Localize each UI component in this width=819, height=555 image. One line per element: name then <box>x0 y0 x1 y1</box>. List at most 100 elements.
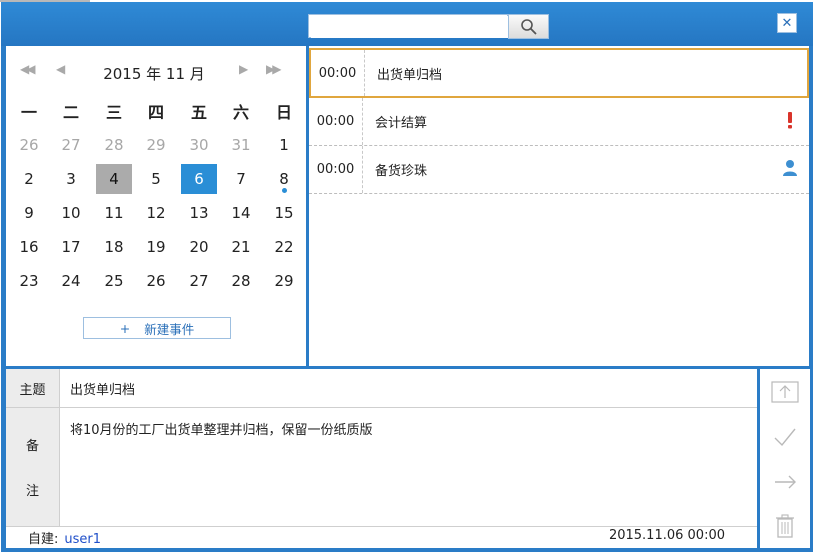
day-cell[interactable]: 20 <box>181 232 217 262</box>
day-cell[interactable]: 27 <box>53 130 89 160</box>
day-cell[interactable]: 24 <box>53 266 89 296</box>
day-cell[interactable]: 5 <box>138 164 174 194</box>
close-icon: ✕ <box>781 15 793 31</box>
creator-name[interactable]: user1 <box>64 532 101 547</box>
day-cell[interactable]: 9 <box>11 198 47 228</box>
weekday-label: 五 <box>190 103 207 122</box>
day-cell[interactable]: 30 <box>181 130 217 160</box>
title-bar: ✕ <box>1 2 813 46</box>
user-icon <box>783 160 797 176</box>
forward-button[interactable] <box>770 467 800 497</box>
calendar-week: 16 17 18 19 20 21 22 <box>8 232 306 262</box>
event-time: 00:00 <box>309 98 363 145</box>
day-cell[interactable]: 13 <box>181 198 217 228</box>
plus-icon: + <box>119 320 131 336</box>
day-cell[interactable]: 21 <box>223 232 259 262</box>
day-cell[interactable]: 29 <box>266 266 302 296</box>
weekday-label: 日 <box>275 103 292 122</box>
day-cell[interactable]: 22 <box>266 232 302 262</box>
day-cell[interactable]: 19 <box>138 232 174 262</box>
day-cell-with-event[interactable]: 8 <box>266 164 302 194</box>
prev-year-icon[interactable]: ◀◀ <box>20 62 36 76</box>
weekday-label: 二 <box>62 103 79 122</box>
month-title: 2015 年 11 月 <box>103 65 205 83</box>
day-cell[interactable]: 12 <box>138 198 174 228</box>
day-number: 8 <box>279 170 289 188</box>
event-time: 00:00 <box>309 146 363 193</box>
day-cell[interactable]: 14 <box>223 198 259 228</box>
note-label: 备 注 <box>6 408 60 527</box>
action-toolbar <box>760 369 810 548</box>
prev-month-icon[interactable]: ◀ <box>56 62 65 76</box>
day-cell[interactable]: 25 <box>96 266 132 296</box>
weekday-header: 一 二 三 四 五 六 日 <box>8 96 306 126</box>
event-dot-icon <box>282 188 287 193</box>
close-button[interactable]: ✕ <box>777 13 797 33</box>
day-cell[interactable]: 29 <box>138 130 174 160</box>
event-row-selected[interactable]: 00:00 出货单归档 <box>309 48 809 98</box>
upload-button[interactable] <box>770 377 800 407</box>
search-input[interactable] <box>311 16 509 38</box>
note-label-char: 备 <box>25 439 39 454</box>
calendar-week: 2 3 4 5 6 7 8 <box>8 164 306 194</box>
day-cell-selected[interactable]: 6 <box>181 164 217 194</box>
check-icon <box>774 428 796 447</box>
day-cell-highlighted[interactable]: 4 <box>96 164 132 194</box>
event-title: 备货珍珠 <box>375 164 428 179</box>
day-cell[interactable]: 26 <box>138 266 174 296</box>
calendar-week: 9 10 11 12 13 14 15 <box>8 198 306 228</box>
subject-label: 主题 <box>6 369 60 408</box>
day-cell[interactable]: 15 <box>266 198 302 228</box>
day-cell[interactable]: 3 <box>53 164 89 194</box>
exclamation-icon <box>788 112 792 129</box>
calendar-panel: ◀◀ ◀ 2015 年 11 月 ▶ ▶▶ 一 二 三 四 五 六 日 26 2… <box>6 46 306 366</box>
day-cell[interactable]: 7 <box>223 164 259 194</box>
day-cell[interactable]: 23 <box>11 266 47 296</box>
subject-value[interactable]: 出货单归档 <box>70 369 135 407</box>
weekday-label: 三 <box>105 103 122 122</box>
delete-button[interactable] <box>770 511 800 541</box>
day-cell[interactable]: 18 <box>96 232 132 262</box>
creator-label: 自建: <box>28 532 59 547</box>
day-cell[interactable]: 26 <box>11 130 47 160</box>
event-detail: 主题 出货单归档 备 注 将10月份的工厂出货单整理并归档，保留一份纸质版 自建… <box>6 369 757 548</box>
day-cell[interactable]: 2 <box>11 164 47 194</box>
day-cell[interactable]: 10 <box>53 198 89 228</box>
next-month-icon[interactable]: ▶ <box>239 62 248 76</box>
confirm-button[interactable] <box>770 422 800 452</box>
divider <box>60 407 757 408</box>
day-cell[interactable]: 28 <box>223 266 259 296</box>
day-cell[interactable]: 31 <box>223 130 259 160</box>
day-cell[interactable]: 17 <box>53 232 89 262</box>
calendar-header: ◀◀ ◀ 2015 年 11 月 ▶ ▶▶ <box>6 60 306 84</box>
search-field[interactable] <box>308 14 509 38</box>
search-icon <box>520 18 537 35</box>
search-button[interactable] <box>508 14 549 39</box>
calendar-week: 23 24 25 26 27 28 29 <box>8 266 306 296</box>
event-time: 00:00 <box>311 50 365 96</box>
day-cell[interactable]: 27 <box>181 266 217 296</box>
weekday-label: 一 <box>20 103 37 122</box>
day-cell[interactable]: 11 <box>96 198 132 228</box>
trash-icon <box>776 514 794 538</box>
new-event-button[interactable]: + 新建事件 <box>83 317 231 339</box>
event-row[interactable]: 00:00 备货珍珠 <box>309 146 809 194</box>
weekday-label: 四 <box>147 103 164 122</box>
day-cell[interactable]: 28 <box>96 130 132 160</box>
note-value[interactable]: 将10月份的工厂出货单整理并归档，保留一份纸质版 <box>70 419 373 438</box>
event-title: 出货单归档 <box>377 67 443 83</box>
event-row[interactable]: 00:00 会计结算 <box>309 98 809 146</box>
day-cell[interactable]: 1 <box>266 130 302 160</box>
event-list: 00:00 出货单归档 00:00 会计结算 00:00 备货珍珠 <box>309 46 809 366</box>
event-datetime: 2015.11.06 00:00 <box>608 528 725 543</box>
day-cell[interactable]: 16 <box>11 232 47 262</box>
event-title: 会计结算 <box>375 116 428 131</box>
arrow-right-icon <box>775 475 796 489</box>
weekday-label: 六 <box>232 103 249 122</box>
creator-info: 自建: user1 <box>28 528 101 547</box>
upload-icon <box>771 381 799 403</box>
new-event-label: 新建事件 <box>144 321 195 337</box>
divider <box>6 526 757 527</box>
note-label-char: 注 <box>25 484 39 499</box>
next-year-icon[interactable]: ▶▶ <box>266 62 282 76</box>
